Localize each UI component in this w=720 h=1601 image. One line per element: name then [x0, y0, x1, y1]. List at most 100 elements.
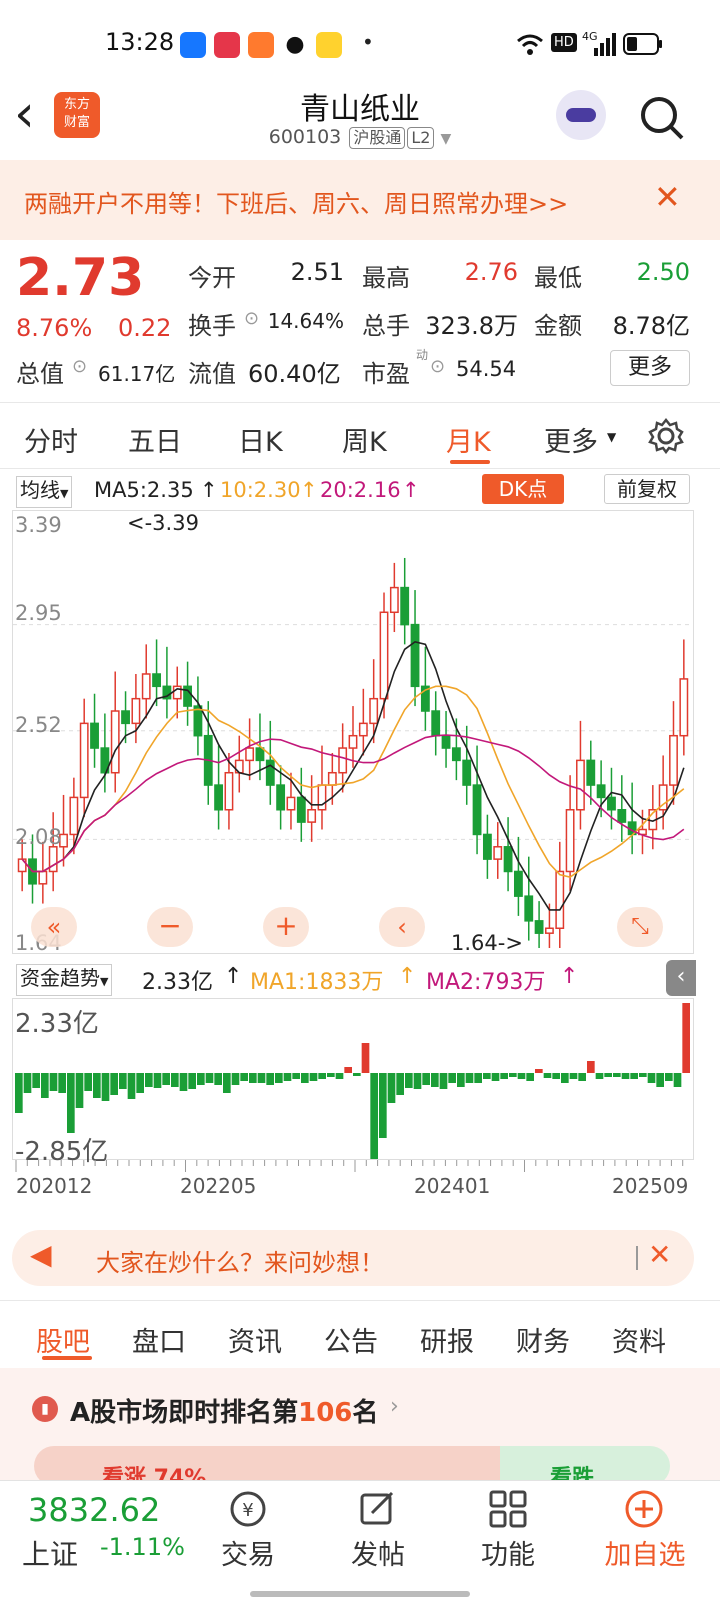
tab-profile[interactable]: 资料: [612, 1320, 666, 1359]
candle-body: [358, 722, 368, 737]
side-panel-toggle[interactable]: ‹: [666, 960, 696, 996]
ranking-card[interactable]: ▮ A股市场即时排名第106名 › 看涨 74% 看跌: [0, 1368, 720, 1486]
low-value: 2.50: [636, 258, 690, 286]
fund-bar: [448, 1073, 456, 1083]
fund-bar: [335, 1073, 344, 1079]
tab-intraday[interactable]: 分时: [24, 420, 78, 459]
tab-announcements[interactable]: 公告: [324, 1320, 378, 1359]
index-ticker[interactable]: 3832.62 上证 -1.11%: [0, 1481, 200, 1601]
tab-pankou[interactable]: 盘口: [132, 1320, 186, 1359]
more-button[interactable]: 更多: [610, 350, 690, 386]
tab-news[interactable]: 资讯: [228, 1320, 282, 1359]
bottom-bar: 3832.62 上证 -1.11% ¥ 交易 发帖 功能 加自选: [0, 1480, 720, 1600]
dropdown-icon[interactable]: ▼: [440, 131, 451, 147]
info-icon[interactable]: ⊙: [430, 356, 445, 377]
float-value: 60.40亿: [248, 360, 341, 388]
tab-monthly-k[interactable]: 月K: [446, 420, 491, 459]
fund-bar: [552, 1073, 560, 1079]
fund-bar: [595, 1073, 604, 1079]
adjust-button[interactable]: 前复权: [604, 474, 690, 504]
candle-body: [338, 747, 348, 774]
candle-body: [607, 796, 616, 811]
close-icon[interactable]: ✕: [648, 1238, 671, 1271]
candle-body: [152, 673, 161, 688]
current-price: 2.73: [16, 248, 145, 308]
fund-bar: [301, 1073, 309, 1083]
promo-banner[interactable]: 两融开户不用等！下班后、周六、周日照常办理>> ✕: [0, 160, 720, 240]
trade-label: 交易: [221, 1540, 275, 1571]
search-icon[interactable]: [638, 94, 686, 142]
dropdown-icon: ▼: [60, 487, 69, 500]
arrow-up-icon: ↑: [402, 478, 420, 502]
fullscreen-button[interactable]: ⤡: [617, 907, 663, 947]
hd-icon: HD: [551, 33, 577, 52]
tab-finance[interactable]: 财务: [516, 1320, 570, 1359]
add-watchlist-button[interactable]: 加自选: [580, 1481, 710, 1601]
fund-bar: [422, 1073, 430, 1085]
ma-selector[interactable]: 均线▼: [16, 476, 73, 508]
tab-more[interactable]: 更多: [544, 420, 598, 459]
pe-value: 54.54: [456, 357, 517, 381]
kline-chart[interactable]: 3.39 2.95 2.52 2.08 1.64 <-3.39 1.64-> «…: [12, 510, 694, 955]
fund-bar: [67, 1073, 75, 1133]
tab-daily-k[interactable]: 日K: [238, 420, 283, 459]
active-tab-indicator: [42, 1356, 92, 1360]
fund-svg: [15, 1003, 690, 1159]
trade-button[interactable]: ¥ 交易: [188, 1481, 308, 1601]
functions-button[interactable]: 功能: [448, 1481, 568, 1601]
tab-five-day[interactable]: 五日: [128, 420, 182, 459]
ma-legend: 均线▼ MA5:2.35 ↑ 10:2.30 ↑ 20:2.16 ↑ DK点 前…: [0, 470, 720, 508]
close-icon[interactable]: ✕: [654, 178, 681, 216]
open-label: 今开: [188, 264, 236, 292]
turnover-value: 14.64%: [267, 309, 344, 333]
promo-text[interactable]: 两融开户不用等！下班后、周六、周日照常办理>>: [24, 184, 568, 219]
info-icon[interactable]: ⊙: [72, 356, 87, 377]
fund-bar: [370, 1073, 378, 1159]
fund-selector[interactable]: 资金趋势▼: [16, 964, 113, 996]
grid-icon: [489, 1490, 527, 1528]
zoom-in-button[interactable]: +: [263, 907, 309, 947]
add-watchlist-label: 加自选: [604, 1540, 686, 1571]
candle-body: [679, 678, 689, 737]
fund-bar: [101, 1073, 110, 1101]
fund-bar: [561, 1073, 569, 1083]
tab-weekly-k[interactable]: 周K: [342, 420, 387, 459]
turnover-label: 换手: [188, 312, 236, 340]
x-label: 202205: [180, 1174, 257, 1198]
fund-bar: [145, 1073, 153, 1087]
fund-bar: [23, 1073, 32, 1093]
dropdown-icon[interactable]: ▼: [607, 430, 616, 444]
fund-bar: [587, 1061, 595, 1073]
low-annotation: 1.64->: [451, 931, 523, 955]
post-button[interactable]: 发帖: [318, 1481, 438, 1601]
alipay-icon: [180, 32, 206, 58]
tab-guba[interactable]: 股吧: [36, 1320, 90, 1359]
fund-bar: [500, 1073, 508, 1079]
high-label: 最高: [362, 264, 410, 292]
dk-button[interactable]: DK点: [482, 474, 564, 504]
fund-bar: [353, 1073, 361, 1076]
fund-bar: [266, 1073, 274, 1085]
ask-banner[interactable]: ◀ 大家在炒什么？来问妙想！ ✕: [12, 1230, 694, 1286]
x-label: 202401: [414, 1174, 491, 1198]
candle-body: [276, 784, 286, 811]
candle-body: [214, 784, 224, 811]
candle-body: [296, 796, 306, 823]
info-icon[interactable]: ⊙: [244, 308, 259, 329]
gear-icon[interactable]: [648, 418, 684, 454]
robot-assistant-icon[interactable]: [556, 90, 606, 140]
pe-label: 市盈: [362, 360, 410, 388]
fund-bar: [249, 1073, 257, 1083]
tab-research[interactable]: 研报: [420, 1320, 474, 1359]
status-bar: 13:28 ● • HD 4G: [0, 0, 720, 80]
chart-icon: ▮: [32, 1396, 58, 1422]
arrow-up-icon: ↑: [398, 964, 417, 989]
zoom-out-button[interactable]: −: [147, 907, 193, 947]
collapse-button[interactable]: ‹: [379, 907, 425, 947]
candle-body: [131, 697, 141, 725]
candle-body: [348, 734, 358, 749]
fund-bar: [327, 1073, 335, 1077]
scroll-left-button[interactable]: «: [31, 907, 77, 947]
ask-text[interactable]: 大家在炒什么？来问妙想！: [96, 1243, 384, 1278]
y-tick: 2.95: [15, 601, 62, 625]
